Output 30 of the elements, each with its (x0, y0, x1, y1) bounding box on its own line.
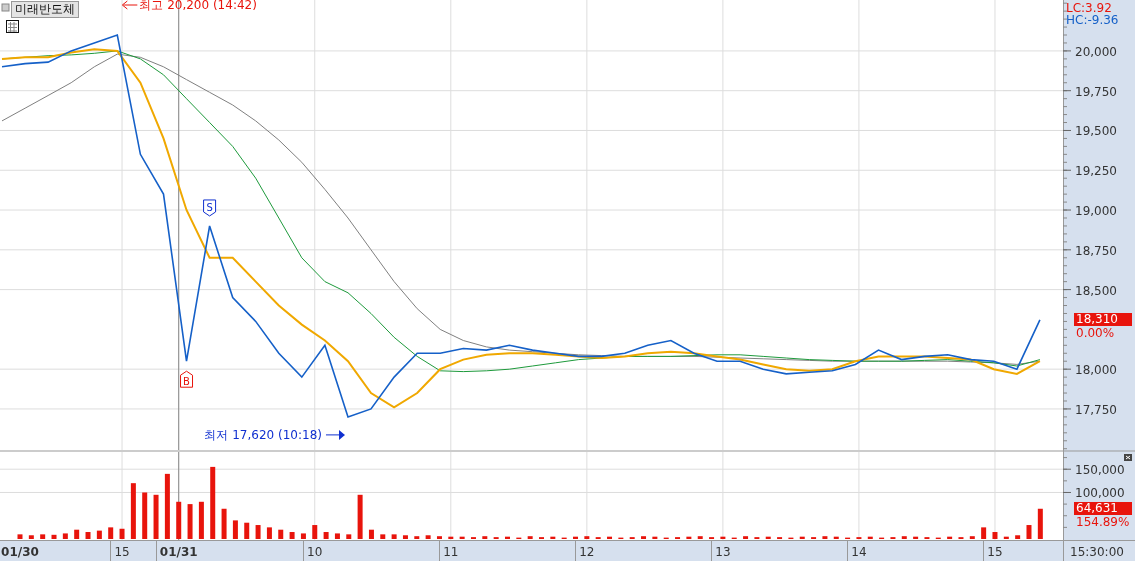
date-label: 01/31 (159, 545, 198, 559)
date-label: 13 (715, 545, 731, 559)
buy-marker: B (180, 370, 193, 388)
axis-label: 19,000 (1075, 204, 1117, 219)
axis-label: 100,000 (1075, 486, 1125, 501)
date-label: 14 (851, 545, 867, 559)
sell-marker: S (203, 199, 217, 217)
date-label: 15 (114, 545, 130, 559)
axis-label: 20,000 (1075, 44, 1117, 59)
change-percent: 0.00% (1076, 325, 1115, 340)
axis-label: 17,750 (1075, 402, 1117, 417)
time-label: 15:30:00 (1070, 545, 1124, 559)
date-label: 15 (987, 545, 1003, 559)
date-label: 11 (443, 545, 459, 559)
axis-label: 19,750 (1075, 84, 1117, 99)
lc-label: LC:3.92 (1066, 1, 1112, 15)
axis-label: 18,000 (1075, 363, 1117, 378)
axis-label: 19,500 (1075, 124, 1117, 139)
low-label: 최저 17,620 (10:18) (204, 427, 322, 442)
axis-label: 18,750 (1075, 243, 1117, 258)
high-label: 최고 20,200 (14:42) (139, 0, 257, 12)
stock-title: 미래반도체 (11, 1, 79, 18)
axis-label: 150,000 (1075, 463, 1125, 478)
hc-label: HC:-9.36 (1066, 13, 1119, 27)
date-label: 12 (579, 545, 595, 559)
date-label: 01/30 (1, 545, 39, 559)
volume-change: 154.89% (1076, 514, 1130, 529)
axis-label: 18,500 (1075, 283, 1117, 298)
date-label: 10 (307, 545, 323, 559)
axis-label: 19,250 (1075, 164, 1117, 179)
